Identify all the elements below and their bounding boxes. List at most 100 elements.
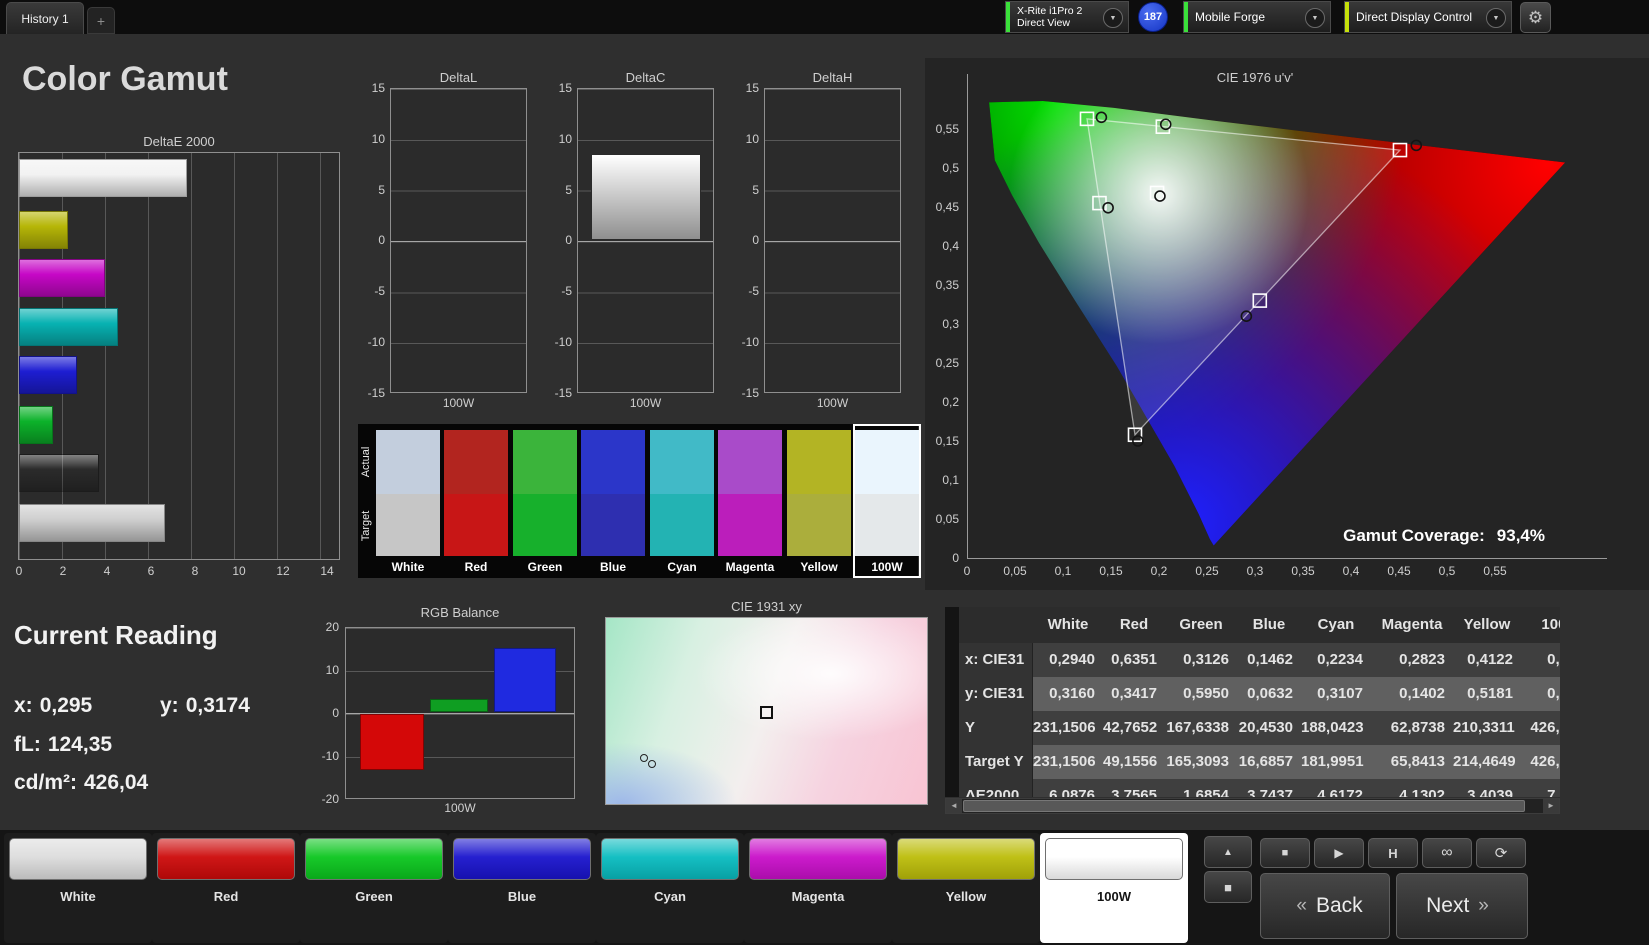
- back-button[interactable]: « Back: [1260, 873, 1390, 939]
- deltah-plot: [764, 88, 901, 393]
- patch-swatch-blue[interactable]: [453, 838, 591, 880]
- y-tick-label: 5: [565, 182, 572, 197]
- scrollbar-thumb[interactable]: [963, 800, 1525, 812]
- cie1931-title: CIE 1931 xy: [731, 599, 802, 614]
- column-header: 100W: [1541, 616, 1560, 633]
- chevron-down-icon[interactable]: ▼: [1305, 8, 1325, 28]
- reading-fl: fL: 124,35: [14, 733, 112, 757]
- patch-magenta[interactable]: Magenta: [744, 833, 892, 943]
- chevron-down-icon[interactable]: ▼: [1103, 8, 1123, 28]
- meter-selector[interactable]: X-Rite i1Pro 2 Direct View ▼: [1005, 1, 1129, 33]
- deltal-title: DeltaL: [439, 70, 478, 85]
- meter-accent-bar: [1006, 2, 1010, 32]
- rgb-balance-y-labels: 20 10 0 -10 -20: [303, 619, 339, 807]
- patch-swatch-white[interactable]: [9, 838, 147, 880]
- row-label: Y: [959, 711, 1033, 745]
- deltae-bar-cyan: [19, 308, 118, 346]
- patch-swatch-100w[interactable]: [1045, 838, 1183, 880]
- x-tick-label: 0,2: [1150, 564, 1168, 578]
- refresh-icon: ⟳: [1494, 845, 1508, 862]
- patch-cyan[interactable]: Cyan: [596, 833, 744, 943]
- y-tick-label: -15: [367, 385, 385, 400]
- row-label: Target Y: [959, 745, 1033, 779]
- x-tick-label: 0,15: [1099, 564, 1123, 578]
- patch-swatch-magenta[interactable]: [749, 838, 887, 880]
- patch-red[interactable]: Red: [152, 833, 300, 943]
- chevron-down-icon[interactable]: ▼: [1486, 8, 1506, 28]
- cie1976-x-labels: 0 0,05 0,1 0,15 0,2 0,25 0,3 0,35 0,4 0,45 0,5 0,55: [945, 564, 1517, 578]
- table-cell: 4,6172: [1317, 787, 1363, 797]
- table-cell: 3,7437: [1247, 787, 1293, 797]
- swatch-target-red: [444, 494, 508, 556]
- rgb-bar-green: [430, 699, 488, 712]
- cie1931-target-marker: [760, 706, 773, 719]
- patch-swatch-cyan[interactable]: [601, 838, 739, 880]
- meter-mode: Direct View: [1017, 17, 1070, 29]
- reading-cd-value: 426,04: [84, 771, 149, 794]
- table-cell: 3,4039: [1467, 787, 1513, 797]
- y-tick-label: 0,25: [935, 356, 959, 370]
- new-tab-button[interactable]: +: [87, 7, 115, 34]
- display-control-label: Direct Display Control: [1356, 10, 1473, 24]
- x-tick-label: 2: [59, 564, 67, 578]
- cie1931-plot: [605, 617, 928, 805]
- table-row-y-cie31[interactable]: y: CIE31 0,3160 0,3417 0,5950 0,0632 0,3107 0…: [959, 677, 1560, 711]
- play-button[interactable]: ▶: [1314, 838, 1364, 868]
- patch-blue[interactable]: Blue: [448, 833, 596, 943]
- swatch-label: Red: [464, 560, 488, 574]
- display-control-selector[interactable]: Direct Display Control ▼: [1344, 1, 1512, 33]
- patch-100w[interactable]: 100W: [1040, 833, 1188, 943]
- tab-history[interactable]: History 1: [6, 2, 84, 34]
- table-row-target-y[interactable]: Target Y 231,1506 49,1556 165,3093 16,6857 1…: [959, 745, 1560, 779]
- gamut-coverage-label: Gamut Coverage:: [1343, 526, 1485, 545]
- next-button[interactable]: Next »: [1396, 873, 1528, 939]
- reading-y: y: 0,3174: [160, 694, 250, 718]
- stop-button[interactable]: ■: [1260, 838, 1310, 868]
- workflow-selector[interactable]: Mobile Forge ▼: [1183, 1, 1331, 33]
- expand-up-button[interactable]: ▲: [1204, 836, 1252, 868]
- scroll-left-icon[interactable]: ◄: [946, 799, 962, 813]
- reading-fl-label: fL:: [14, 733, 41, 756]
- column-header: Green: [1179, 616, 1223, 633]
- x-tick-label: 12: [276, 564, 290, 578]
- back-chevrons-icon: «: [1296, 895, 1307, 916]
- patch-swatch-yellow[interactable]: [897, 838, 1035, 880]
- deltal-y-axis-labels: 15 10 5 0 -5 -10 -15: [352, 80, 385, 401]
- swatch-actual-red: [444, 430, 508, 494]
- reading-count-badge: 187: [1138, 2, 1168, 32]
- patch-label: Green: [355, 889, 393, 904]
- pattern-window-button[interactable]: ■: [1204, 871, 1252, 903]
- y-tick-label: 20: [325, 620, 339, 634]
- table-row-x-cie31[interactable]: x: CIE31 0,2940 0,6351 0,3126 0,1462 0,2234 0…: [959, 643, 1560, 677]
- scroll-right-icon[interactable]: ►: [1543, 799, 1559, 813]
- deltae-bar-red: [19, 454, 99, 492]
- refresh-button[interactable]: ⟳: [1476, 838, 1526, 868]
- deltac-zero-line: [578, 241, 713, 242]
- patch-yellow[interactable]: Yellow: [892, 833, 1040, 943]
- table-horizontal-scrollbar[interactable]: ◄ ►: [945, 798, 1560, 814]
- swatch-target-green: [513, 494, 577, 556]
- y-tick-label: 0,55: [935, 122, 959, 136]
- patch-swatch-green[interactable]: [305, 838, 443, 880]
- patch-white[interactable]: White: [4, 833, 152, 943]
- deltae-bar-yellow: [19, 211, 69, 249]
- patch-swatch-red[interactable]: [157, 838, 295, 880]
- settings-button[interactable]: ⚙: [1520, 2, 1551, 33]
- row-label: y: CIE31: [959, 677, 1033, 711]
- deltae-bar-100w: [19, 504, 166, 542]
- table-cell: 214,4649: [1453, 753, 1516, 770]
- patch-green[interactable]: Green: [300, 833, 448, 943]
- infinity-icon: ∞: [1441, 844, 1453, 861]
- levels-button[interactable]: H: [1368, 838, 1418, 868]
- deltae-x-axis-labels: 0 2 4 6 8 10 12 14: [8, 564, 338, 578]
- y-tick-label: -10: [367, 335, 385, 350]
- rgb-balance-title: RGB Balance: [420, 605, 500, 620]
- reading-fl-value: 124,35: [47, 733, 113, 756]
- column-header: Yellow: [1463, 616, 1511, 633]
- deltah-title: DeltaH: [812, 70, 853, 85]
- y-tick-label: -5: [374, 284, 385, 299]
- deltac-plot: [577, 88, 714, 393]
- table-row-deltae[interactable]: ΔE2000 6,0876 3,7565 1,6854 3,7437 4,6172 4,1…: [959, 779, 1560, 797]
- table-row-y-lum[interactable]: Y 231,1506 42,7652 167,6338 20,4530 188,0423…: [959, 711, 1560, 745]
- continuous-measure-button[interactable]: ∞: [1422, 838, 1472, 868]
